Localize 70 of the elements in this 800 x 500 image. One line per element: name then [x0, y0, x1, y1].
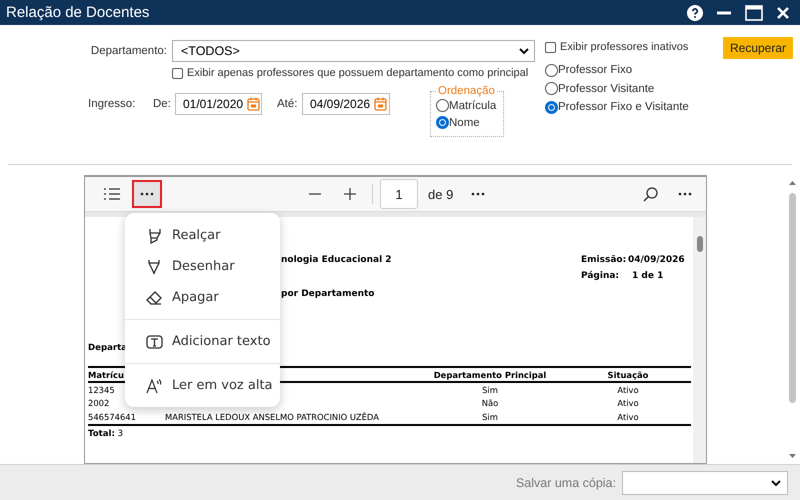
field-label: Departamento: — [90, 45, 167, 57]
close-icon[interactable] — [776, 6, 790, 20]
table-cell: Ativo — [617, 398, 639, 408]
report-title: nologia Educacional 2 — [281, 255, 393, 265]
date-value: 01/01/2020 — [183, 97, 244, 111]
read-aloud-icon — [146, 378, 163, 394]
radio-label: Professor Visitante — [558, 82, 654, 95]
dropdown-value: <TODOS> — [181, 44, 240, 58]
list-icon[interactable] — [103, 187, 121, 201]
radio-button[interactable] — [545, 100, 558, 114]
eraser-icon — [146, 290, 163, 306]
table-cell: 546574641 — [88, 412, 136, 422]
table-cell: MARISTELA LEDOUX ANSELMO PATROCINIO UZÊDA — [165, 412, 379, 422]
window-title: Relação de Docentes — [6, 4, 150, 21]
column-header: Situação — [565, 367, 691, 382]
table-cell: Não — [482, 398, 498, 408]
date-value: 04/09/2026 — [310, 97, 370, 111]
more-icon[interactable] — [471, 192, 486, 196]
group-title: Ordenação — [437, 85, 496, 97]
checkbox[interactable] — [172, 68, 183, 78]
total-count: Total: 3 — [88, 428, 124, 438]
chevron-down-icon — [771, 480, 781, 486]
date-field[interactable]: 01/01/2020 — [175, 93, 262, 115]
radio-label: Professor Fixo — [558, 64, 632, 76]
menu-item[interactable]: Adicionar texto — [125, 326, 280, 357]
column-header: Departamento Principal — [415, 367, 565, 382]
maximize-icon[interactable] — [745, 4, 763, 20]
more-icon — [140, 192, 154, 196]
menu-item[interactable]: Desenhar — [125, 251, 280, 282]
table-cell: Sim — [482, 384, 498, 395]
radio-label: Professor Fixo e Visitante — [558, 101, 689, 114]
radio-button[interactable] — [436, 116, 449, 129]
more-options-button[interactable] — [132, 180, 162, 208]
table-cell: Sim — [482, 412, 498, 422]
chevron-down-icon — [519, 48, 529, 54]
date-field[interactable]: 04/09/2026 — [302, 93, 390, 115]
help-icon[interactable] — [687, 4, 703, 20]
calendar-icon — [247, 97, 260, 111]
zoom-in-icon[interactable] — [343, 187, 357, 201]
page-count: de 9 — [428, 186, 454, 202]
radio-button[interactable] — [436, 99, 449, 112]
checkbox-label: Exibir professores inativos — [560, 41, 688, 53]
page-info: 1 de 1 — [632, 271, 664, 281]
field-label: Emissão: — [581, 255, 628, 265]
search-icon[interactable] — [642, 186, 658, 202]
menu-item[interactable]: Apagar — [125, 282, 280, 313]
emission-date: 04/09/2026 — [628, 255, 685, 265]
department-dropdown[interactable]: <TODOS> — [172, 40, 535, 62]
report-subtitle: por Departamento — [281, 289, 376, 299]
menu-item[interactable]: Realçar — [125, 220, 280, 251]
checkbox[interactable] — [545, 42, 556, 52]
field-label: Página: — [581, 271, 620, 281]
field-label: De: — [153, 98, 172, 110]
field-label: Ingresso: — [88, 98, 136, 110]
table-cell: 2002 — [88, 398, 110, 408]
table-cell: Ativo — [617, 384, 639, 395]
checkbox-label: Exibir apenas professores que possuem departamento como principal — [187, 67, 528, 79]
radio-button[interactable] — [545, 82, 558, 96]
more-icon[interactable] — [678, 192, 692, 196]
table-cell: 12345 — [88, 384, 115, 395]
calendar-icon — [374, 97, 388, 111]
radio-label: Matrícula — [449, 100, 496, 112]
page-number-field[interactable]: 1 — [380, 179, 418, 209]
text-box-icon — [146, 334, 163, 350]
radio-button[interactable] — [545, 64, 558, 77]
retrieve-button[interactable]: Recuperar — [723, 37, 793, 59]
field-label: Salvar uma cópia: — [516, 476, 616, 490]
table-cell: Ativo — [617, 412, 639, 422]
field-label: Até: — [277, 98, 298, 110]
radio-label: Nome — [449, 116, 480, 128]
